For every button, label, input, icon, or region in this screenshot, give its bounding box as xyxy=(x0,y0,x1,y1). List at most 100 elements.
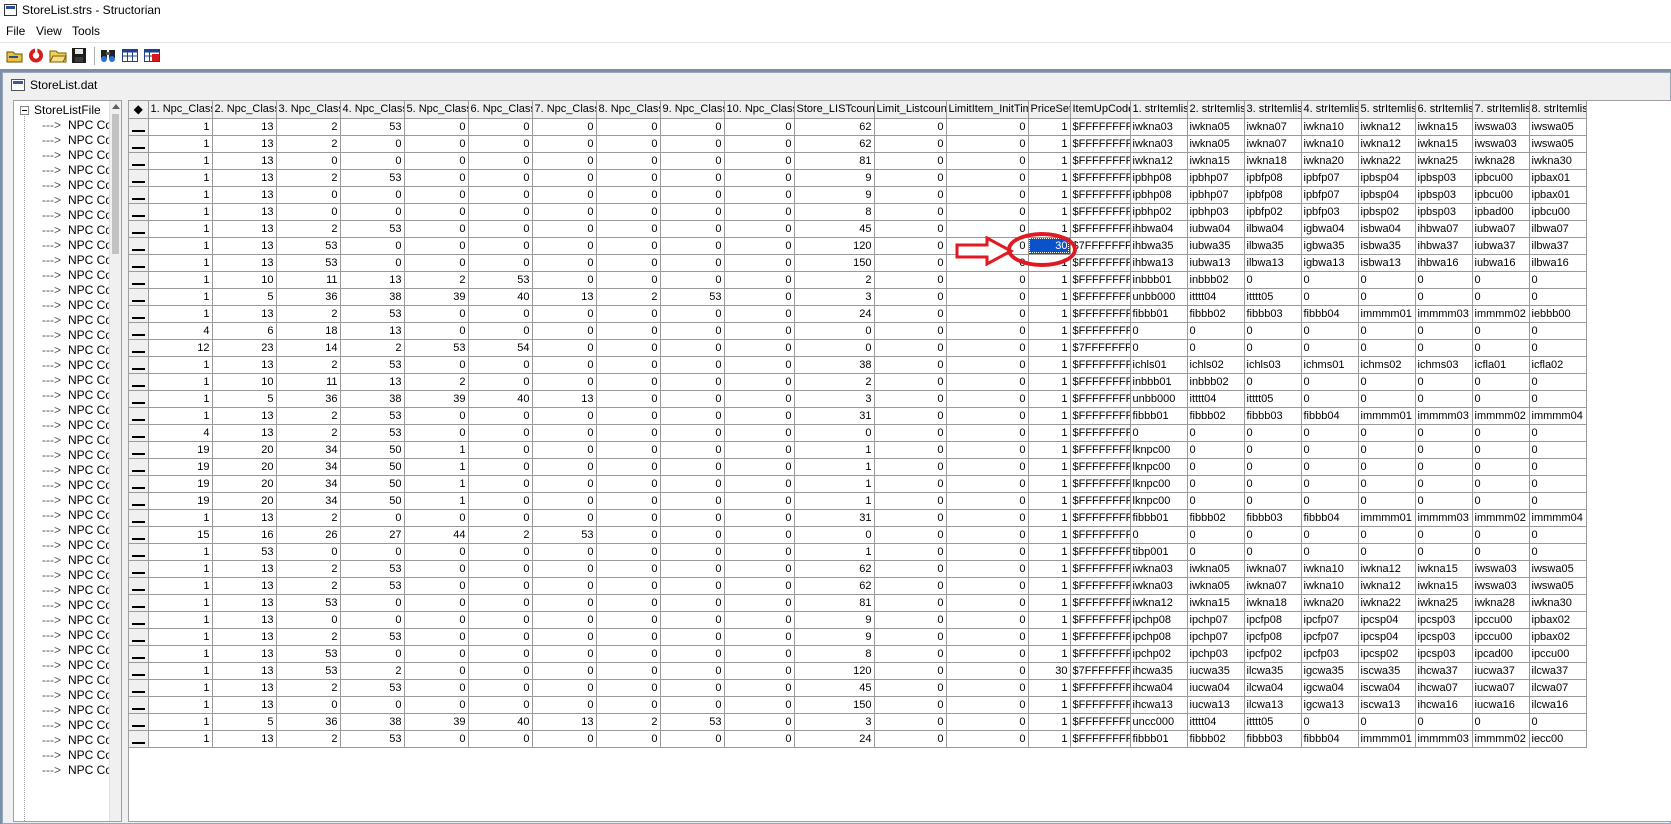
grid-cell[interactable]: iwkna12 xyxy=(1130,152,1188,170)
grid-cell[interactable]: 0 xyxy=(1472,713,1530,731)
grid-cell[interactable]: inbbb02 xyxy=(1187,271,1245,289)
grid-cell[interactable]: 5 xyxy=(212,713,277,731)
table-row[interactable]: 1 13 53 2 0 0 0 0 0 0 120 0 0 30 $7FFFFFFF ihcwa35 iucwa… xyxy=(129,662,1587,680)
table-row[interactable]: 1 13 2 53 0 0 0 0 0 0 31 0 0 1 $FFFFFFFF fibbb01 fibbb02… xyxy=(129,407,1587,425)
grid-cell[interactable]: 1 xyxy=(148,730,213,748)
grid-cell[interactable]: 53 xyxy=(532,526,597,544)
grid-cell[interactable]: 0 xyxy=(874,203,947,221)
column-header[interactable]: 7. strItemlist xyxy=(1472,101,1530,119)
grid-cell[interactable]: 11 xyxy=(276,373,341,391)
grid-cell[interactable]: 0 xyxy=(724,288,795,306)
grid-cell[interactable]: 45 xyxy=(794,679,875,697)
grid-cell[interactable]: iwkna07 xyxy=(1244,560,1302,578)
grid-cell[interactable]: 19 xyxy=(148,475,213,493)
grid-cell[interactable]: 0 xyxy=(1472,526,1530,544)
grid-cell[interactable]: inbbb01 xyxy=(1130,271,1188,289)
grid-cell[interactable]: 40 xyxy=(468,713,533,731)
grid-cell[interactable]: 0 xyxy=(946,628,1029,646)
grid-cell[interactable]: 0 xyxy=(946,220,1029,238)
grid-cell[interactable]: 1 xyxy=(1028,543,1071,561)
grid-cell[interactable]: 0 xyxy=(724,594,795,612)
grid-cell[interactable]: iwkna07 xyxy=(1244,577,1302,595)
grid-cell[interactable]: 0 xyxy=(596,424,661,442)
grid-cell[interactable]: 1 xyxy=(1028,645,1071,663)
grid-cell[interactable]: ilcwa35 xyxy=(1244,662,1302,680)
column-header[interactable]: 7. Npc_Class xyxy=(532,101,597,119)
grid-cell[interactable]: 62 xyxy=(794,118,875,136)
grid-cell[interactable]: $FFFFFFFF xyxy=(1070,373,1131,391)
grid-cell[interactable]: ipbsp03 xyxy=(1415,169,1473,187)
grid-cell[interactable]: 0 xyxy=(468,509,533,527)
grid-cell[interactable]: ilbwa16 xyxy=(1529,254,1587,272)
grid-cell[interactable]: 0 xyxy=(724,237,795,255)
grid-cell[interactable]: iwkna10 xyxy=(1301,560,1359,578)
grid-cell[interactable]: ipcsp03 xyxy=(1415,628,1473,646)
table-row[interactable]: 1 13 2 53 0 0 0 0 0 0 62 0 0 1 $FFFFFFFF iwkna03 iwkna05… xyxy=(129,560,1587,578)
grid-cell[interactable]: 0 xyxy=(946,662,1029,680)
row-header[interactable] xyxy=(129,118,149,136)
grid-cell[interactable]: iwkna05 xyxy=(1187,118,1245,136)
grid-cell[interactable]: ipcfp07 xyxy=(1301,611,1359,629)
grid-cell[interactable]: 0 xyxy=(946,611,1029,629)
grid-cell[interactable]: 0 xyxy=(404,594,469,612)
grid-cell[interactable]: 0 xyxy=(404,407,469,425)
grid-cell[interactable]: ilbwa07 xyxy=(1529,220,1587,238)
grid-cell[interactable]: 0 xyxy=(468,407,533,425)
grid-cell[interactable]: iwkna28 xyxy=(1472,594,1530,612)
grid-cell[interactable]: ipbfp07 xyxy=(1301,186,1359,204)
grid-cell[interactable]: 0 xyxy=(468,696,533,714)
grid-cell[interactable]: 1 xyxy=(1028,475,1071,493)
row-header[interactable] xyxy=(129,305,149,323)
grid-cell[interactable]: 0 xyxy=(946,322,1029,340)
grid-cell[interactable]: 36 xyxy=(276,288,341,306)
table-row[interactable]: 1 13 0 0 0 0 0 0 0 0 8 0 0 1 $FFFFFFFF ipbhp02 ipbhp03 ip… xyxy=(129,203,1587,221)
grid-cell[interactable]: 0 xyxy=(1358,288,1416,306)
grid-cell[interactable]: 0 xyxy=(660,475,725,493)
row-header[interactable] xyxy=(129,407,149,425)
grid-cell[interactable]: ipcfp03 xyxy=(1301,645,1359,663)
row-header[interactable] xyxy=(129,390,149,408)
grid-cell[interactable]: 0 xyxy=(660,169,725,187)
grid-cell[interactable]: 0 xyxy=(1472,271,1530,289)
grid-cell[interactable]: ipbfp03 xyxy=(1301,203,1359,221)
grid-cell[interactable]: 0 xyxy=(1358,339,1416,357)
grid-cell[interactable]: ipbsp03 xyxy=(1415,203,1473,221)
table-row[interactable]: 1 13 53 0 0 0 0 0 0 0 81 0 0 1 $FFFFFFFF iwkna12 iwkna15… xyxy=(129,594,1587,612)
grid-cell[interactable]: 13 xyxy=(212,424,277,442)
grid-cell[interactable]: 0 xyxy=(1472,492,1530,510)
grid-cell[interactable]: 0 xyxy=(874,509,947,527)
grid-cell[interactable]: $FFFFFFFF xyxy=(1070,305,1131,323)
grid-cell[interactable]: 120 xyxy=(794,662,875,680)
grid-cell[interactable]: 0 xyxy=(596,254,661,272)
grid-cell[interactable]: 0 xyxy=(532,475,597,493)
table-row[interactable]: 1 10 11 13 2 53 0 0 0 0 2 0 0 1 $FFFFFFFF inbbb01 inbbb0… xyxy=(129,271,1587,289)
grid-cell[interactable]: 0 xyxy=(532,118,597,136)
grid-cell[interactable]: 0 xyxy=(1415,475,1473,493)
grid-cell[interactable]: ipbax02 xyxy=(1529,611,1587,629)
grid-cell[interactable]: 1 xyxy=(148,509,213,527)
grid-cell[interactable]: 13 xyxy=(532,288,597,306)
grid-cell[interactable]: 53 xyxy=(404,339,469,357)
grid-cell[interactable]: 0 xyxy=(596,220,661,238)
grid-cell[interactable]: 0 xyxy=(1301,339,1359,357)
grid-cell[interactable]: 53 xyxy=(340,577,405,595)
grid-cell[interactable]: 0 xyxy=(660,407,725,425)
grid-cell[interactable]: ichls03 xyxy=(1244,356,1302,374)
grid-cell[interactable]: 3 xyxy=(794,713,875,731)
grid-cell[interactable]: 0 xyxy=(874,662,947,680)
grid-cell[interactable]: ipbsp04 xyxy=(1358,169,1416,187)
grid-cell[interactable]: 0 xyxy=(724,628,795,646)
grid-cell[interactable]: 53 xyxy=(340,679,405,697)
grid-cell[interactable]: 0 xyxy=(404,645,469,663)
grid-cell[interactable]: ilbwa37 xyxy=(1529,237,1587,255)
grid-cell[interactable]: ipbfp08 xyxy=(1244,169,1302,187)
table-row[interactable]: 15 16 26 27 44 2 53 0 0 0 0 0 0 1 $FFFFFFFF 0 0 0 0 0 0 0 0 xyxy=(129,526,1587,544)
grid-cell[interactable]: 81 xyxy=(794,594,875,612)
grid-cell[interactable]: 1 xyxy=(148,288,213,306)
grid-cell[interactable]: 1 xyxy=(1028,356,1071,374)
grid-cell[interactable]: ipchp03 xyxy=(1187,645,1245,663)
row-header[interactable] xyxy=(129,356,149,374)
grid-cell[interactable]: 0 xyxy=(660,628,725,646)
row-header[interactable] xyxy=(129,322,149,340)
grid-cell[interactable]: ipbcu00 xyxy=(1472,186,1530,204)
